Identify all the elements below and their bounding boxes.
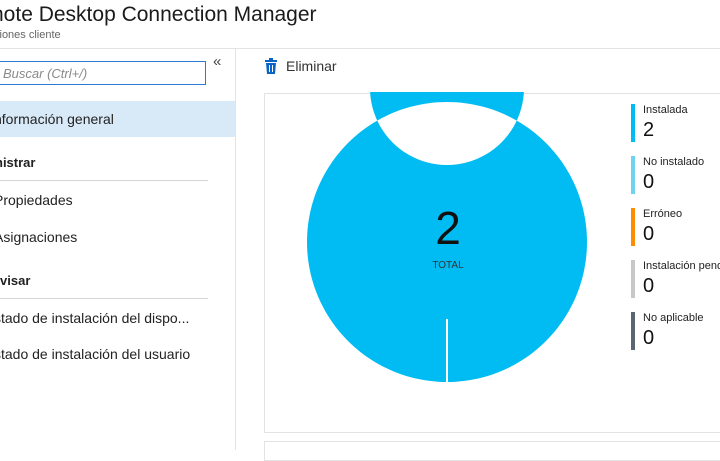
sidebar-item-label: Propiedades: [0, 192, 73, 208]
legend-label: No aplicable: [643, 312, 704, 324]
page-subtitle: ciones cliente: [0, 29, 61, 41]
legend-color-swatch: [631, 208, 635, 246]
legend-color-swatch: [631, 312, 635, 350]
sidebar-item-device-install-status[interactable]: stado de instalación del dispo...: [0, 300, 235, 336]
sidebar-item-assignments[interactable]: Asignaciones: [0, 219, 235, 255]
legend-color-swatch: [631, 260, 635, 298]
legend-label: Instalada: [643, 104, 688, 116]
delete-label: Eliminar: [286, 58, 337, 74]
delete-button[interactable]: Eliminar: [264, 58, 337, 74]
legend-item-no-aplicable[interactable]: No aplicable 0: [631, 312, 720, 358]
search-input[interactable]: [0, 61, 206, 85]
secondary-card: [264, 441, 720, 461]
sidebar-item-label: stado de instalación del dispo...: [0, 310, 190, 326]
donut-total-label: TOTAL: [432, 260, 464, 271]
sidebar-item-properties[interactable]: Propiedades: [0, 182, 235, 218]
sidebar-item-user-install-status[interactable]: stado de instalación del usuario: [0, 336, 235, 372]
legend-item-instalada[interactable]: Instalada 2: [631, 104, 720, 150]
legend-value: 0: [643, 223, 655, 245]
donut-total-value: 2: [435, 202, 461, 254]
sidebar: « nformación general nistrar Propiedades…: [0, 49, 236, 450]
page-title: note Desktop Connection Manager: [0, 3, 317, 26]
legend-label: Instalación pendi: [643, 260, 720, 272]
section-header-manage: nistrar: [0, 150, 208, 181]
legend-label: Erróneo: [643, 208, 683, 220]
legend-value: 0: [643, 275, 655, 297]
blade-header: note Desktop Connection Manager ciones c…: [0, 0, 720, 49]
trash-icon: [265, 58, 277, 74]
section-header-monitor: rvisar: [0, 268, 208, 299]
legend-color-swatch: [631, 104, 635, 142]
legend-value: 0: [643, 327, 655, 349]
collapse-sidebar-icon[interactable]: «: [213, 53, 221, 70]
legend-value: 2: [643, 119, 655, 141]
legend-item-err-neo[interactable]: Erróneo 0: [631, 208, 720, 254]
legend-value: 0: [643, 171, 655, 193]
sidebar-item-overview[interactable]: nformación general: [0, 101, 235, 137]
legend-item-instalaci-n-pendi[interactable]: Instalación pendi 0: [631, 260, 720, 306]
command-bar: Eliminar: [236, 49, 720, 89]
legend-label: No instalado: [643, 156, 705, 168]
donut-center: 2 TOTAL: [408, 202, 488, 271]
sidebar-item-label: nformación general: [0, 111, 114, 127]
sidebar-item-label: stado de instalación del usuario: [0, 346, 191, 362]
sidebar-item-label: Asignaciones: [0, 229, 78, 245]
legend-color-swatch: [631, 156, 635, 194]
legend-item-no-instalado[interactable]: No instalado 0: [631, 156, 720, 202]
